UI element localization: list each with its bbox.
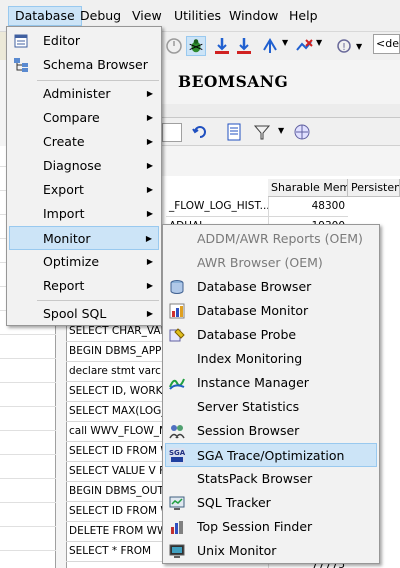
menu-item-database-browser[interactable]: Database Browser <box>165 275 377 299</box>
table-row[interactable]: SELECT ID, WORKS <box>66 382 166 402</box>
sga-icon: SGA <box>169 448 185 464</box>
table-row[interactable]: SELECT MAX(LOG_I <box>66 402 166 422</box>
watch-icon[interactable] <box>294 36 314 56</box>
instance-manager-icon <box>169 378 185 390</box>
filter-icon[interactable] <box>252 122 272 142</box>
grid-cell-text[interactable]: _FLOW_LOG_HIST... <box>166 197 268 217</box>
debug-bug-icon[interactable] <box>186 36 206 56</box>
menu-item-database-monitor[interactable]: Database Monitor <box>165 299 377 323</box>
menu-item-addm-awr-reports[interactable]: ADDM/AWR Reports (OEM) <box>165 227 377 251</box>
table-row[interactable]: call WWV_FLOW_M <box>66 422 166 442</box>
menu-item-instance-manager[interactable]: Instance Manager <box>165 371 377 395</box>
table-row[interactable]: BEGIN DBMS_OUTP <box>66 482 166 502</box>
report-icon[interactable] <box>224 122 244 142</box>
schema-browser-icon <box>14 58 28 72</box>
table-row[interactable]: SELECT VALUE V FR <box>66 462 166 482</box>
dropdown-arrow-icon[interactable]: ▼ <box>278 126 284 135</box>
table-row[interactable]: declare stmt varc <box>66 362 166 382</box>
menu-utilities[interactable]: Utilities <box>168 6 227 26</box>
submenu-arrow-icon: ▶ <box>146 281 153 290</box>
menu-item-session-browser[interactable]: Session Browser <box>165 419 377 443</box>
menu-help[interactable]: Help <box>283 6 324 26</box>
editor-icon <box>14 34 28 48</box>
dropdown-arrow-icon[interactable]: ▼ <box>282 38 288 47</box>
menu-item-sga-trace-optimization[interactable]: SGA SGA Trace/Optimization <box>165 443 377 467</box>
grid-cell-value[interactable]: 48300 <box>268 197 348 217</box>
menu-item-import[interactable]: Import ▶ <box>9 202 159 226</box>
breakpoint-icon[interactable] <box>260 36 280 56</box>
menu-window[interactable]: Window <box>223 6 284 26</box>
menu-item-diagnose[interactable]: Diagnose ▶ <box>9 154 159 178</box>
menu-item-optimize[interactable]: Optimize ▶ <box>9 250 159 274</box>
menu-database[interactable]: Database <box>8 6 82 26</box>
submenu-arrow-icon: ▶ <box>146 113 153 122</box>
menu-item-unix-monitor[interactable]: Unix Monitor <box>165 539 377 563</box>
session-browser-icon <box>169 425 185 439</box>
submenu-arrow-icon: ▶ <box>146 257 153 266</box>
menu-item-server-statistics[interactable]: Server Statistics <box>165 395 377 419</box>
submenu-arrow-icon: ▶ <box>146 161 153 170</box>
menu-debug[interactable]: Debug <box>74 6 127 26</box>
connection-combo[interactable]: <def <box>373 34 400 54</box>
main-toolbar: ▼ ▼ ! ▼ <box>162 32 400 60</box>
clock-icon[interactable] <box>164 36 184 56</box>
menu-item-statspack-browser[interactable]: StatsPack Browser <box>165 467 377 491</box>
dropdown-arrow-icon[interactable]: ▼ <box>316 38 322 47</box>
submenu-arrow-icon: ▶ <box>146 89 153 98</box>
column-header-persistent[interactable]: Persistent <box>348 179 400 197</box>
database-probe-icon <box>169 328 185 342</box>
menu-item-spool-sql[interactable]: Spool SQL ▶ <box>9 302 159 326</box>
header-separator <box>160 104 400 118</box>
submenu-arrow-icon: ▶ <box>145 234 152 243</box>
unix-monitor-icon <box>169 544 185 558</box>
filter-combo[interactable] <box>162 123 182 142</box>
menu-view[interactable]: View <box>126 6 168 26</box>
menu-item-administer[interactable]: Administer ▶ <box>9 82 159 106</box>
menu-item-sql-tracker[interactable]: SQL Tracker <box>165 491 377 515</box>
menu-item-monitor[interactable]: Monitor ▶ <box>9 226 159 250</box>
menu-item-compare[interactable]: Compare ▶ <box>9 106 159 130</box>
submenu-arrow-icon: ▶ <box>146 185 153 194</box>
table-row[interactable]: SELECT * FROM <box>66 542 166 562</box>
sql-tracker-icon <box>169 496 185 510</box>
database-monitor-icon <box>169 303 185 319</box>
database-menu: Editor Schema Browser Administer ▶ Compar… <box>6 26 162 326</box>
menu-item-index-monitoring[interactable]: Index Monitoring <box>165 347 377 371</box>
refresh-icon[interactable] <box>190 122 210 142</box>
menu-item-database-probe[interactable]: Database Probe <box>165 323 377 347</box>
menu-item-editor[interactable]: Editor <box>9 29 159 53</box>
monitor-submenu: ADDM/AWR Reports (OEM) AWR Browser (OEM)… <box>162 224 380 564</box>
svg-text:SGA: SGA <box>169 449 185 457</box>
table-row[interactable]: SELECT ID FROM W <box>66 502 166 522</box>
menu-item-schema-browser[interactable]: Schema Browser <box>9 53 159 77</box>
submenu-arrow-icon: ▶ <box>146 137 153 146</box>
submenu-arrow-icon: ▶ <box>146 309 153 318</box>
step-into-icon[interactable] <box>212 36 232 56</box>
table-row[interactable]: SELECT ID FROM W <box>66 442 166 462</box>
menu-item-report[interactable]: Report ▶ <box>9 274 159 298</box>
top-session-icon <box>171 521 183 534</box>
database-browser-icon <box>170 280 184 294</box>
submenu-arrow-icon: ▶ <box>146 209 153 218</box>
dropdown-arrow-icon[interactable]: ▼ <box>356 42 362 51</box>
info-icon[interactable]: ! <box>334 36 354 56</box>
menu-item-awr-browser[interactable]: AWR Browser (OEM) <box>165 251 377 275</box>
menu-item-top-session-finder[interactable]: Top Session Finder <box>165 515 377 539</box>
step-over-icon[interactable] <box>234 36 254 56</box>
secondary-toolbar: ▼ <box>160 118 400 146</box>
svg-text:!: ! <box>342 42 346 53</box>
table-row[interactable]: BEGIN DBMS_APPLI <box>66 342 166 362</box>
menu-item-export[interactable]: Export ▶ <box>9 178 159 202</box>
column-header-sharable-mem[interactable]: Sharable Mem <box>268 179 348 197</box>
globe-icon[interactable] <box>292 122 312 142</box>
brand-logo: BEOMSANG <box>178 72 289 91</box>
menu-item-create[interactable]: Create ▶ <box>9 130 159 154</box>
table-row[interactable]: DELETE FROM WWV <box>66 522 166 542</box>
